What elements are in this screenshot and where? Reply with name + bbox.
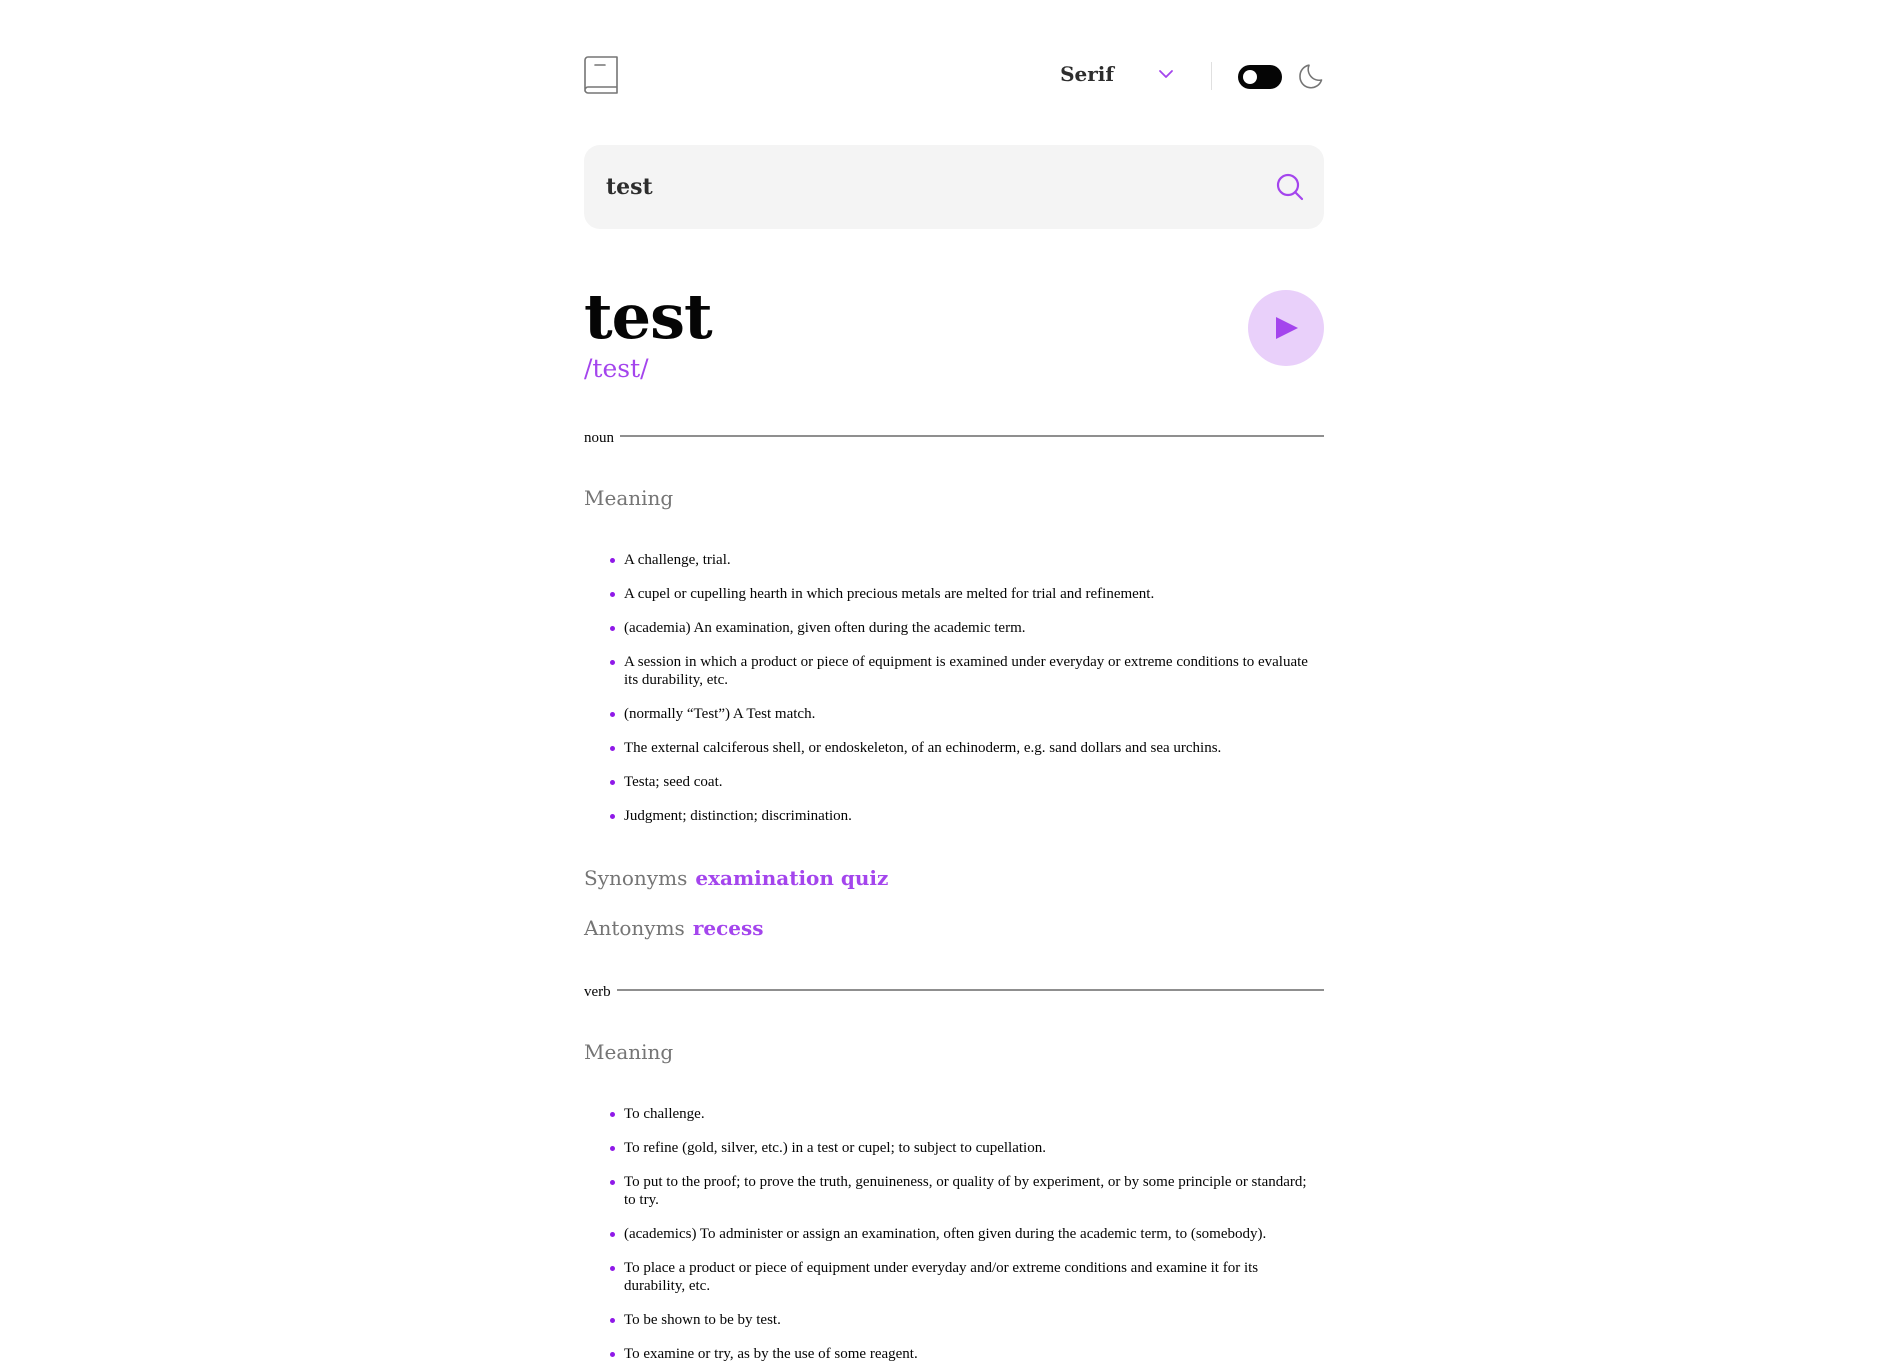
definition-item: To refine (gold, silver, etc.) in a test… <box>610 1139 1310 1157</box>
definition-item: To place a product or piece of equipment… <box>610 1259 1310 1295</box>
phonetic: /test/ <box>584 354 649 383</box>
definition-item: Testa; seed coat. <box>610 773 1310 791</box>
definition-item: (academia) An examination, given often d… <box>610 619 1310 637</box>
font-selector[interactable]: Serif <box>1060 62 1174 86</box>
search-bar <box>584 145 1324 229</box>
header: Serif <box>584 56 1324 94</box>
definition-item: To be shown to be by test. <box>610 1311 1310 1329</box>
definition-item: To examine or try, as by the use of some… <box>610 1345 1310 1363</box>
antonyms-row: Antonyms recess <box>584 916 764 940</box>
part-of-speech-label: verb <box>584 983 611 1000</box>
definition-item: (academics) To administer or assign an e… <box>610 1225 1310 1243</box>
definition-item: To put to the proof; to prove the truth,… <box>610 1173 1310 1209</box>
theme-toggle-knob <box>1243 70 1257 84</box>
font-selector-label: Serif <box>1060 62 1114 86</box>
antonyms-label: Antonyms <box>584 916 685 940</box>
definition-item: A session in which a product or piece of… <box>610 653 1310 689</box>
part-of-speech-noun: noun <box>584 428 1324 448</box>
definition-item: To challenge. <box>610 1105 1310 1123</box>
definition-item: A challenge, trial. <box>610 551 1310 569</box>
meaning-heading: Meaning <box>584 1040 674 1064</box>
definition-item: Judgment; distinction; discrimination. <box>610 807 1310 825</box>
play-icon <box>1276 317 1298 339</box>
definition-list-noun: A challenge, trial. A cupel or cupelling… <box>610 551 1310 825</box>
definition-item: A cupel or cupelling hearth in which pre… <box>610 585 1310 603</box>
book-icon[interactable] <box>584 56 618 94</box>
synonyms-row: Synonyms examination quiz <box>584 866 888 890</box>
definition-list-verb: To challenge. To refine (gold, silver, e… <box>610 1105 1310 1363</box>
search-input[interactable] <box>606 145 1246 229</box>
headword: test <box>584 280 713 353</box>
synonym-link[interactable]: examination quiz <box>695 866 888 890</box>
part-of-speech-verb: verb <box>584 982 1324 1002</box>
meaning-heading: Meaning <box>584 486 674 510</box>
definition-item: The external calciferous shell, or endos… <box>610 739 1310 757</box>
theme-toggle[interactable] <box>1238 65 1282 89</box>
section-divider <box>616 989 1324 991</box>
moon-icon <box>1299 64 1323 89</box>
play-audio-button[interactable] <box>1248 290 1324 366</box>
search-icon[interactable] <box>1276 173 1304 201</box>
header-divider <box>1211 62 1212 90</box>
chevron-down-icon <box>1159 70 1173 78</box>
synonyms-label: Synonyms <box>584 866 688 890</box>
antonym-link[interactable]: recess <box>693 916 764 940</box>
definition-item: (normally “Test”) A Test match. <box>610 705 1310 723</box>
part-of-speech-label: noun <box>584 429 614 446</box>
section-divider <box>620 435 1324 437</box>
